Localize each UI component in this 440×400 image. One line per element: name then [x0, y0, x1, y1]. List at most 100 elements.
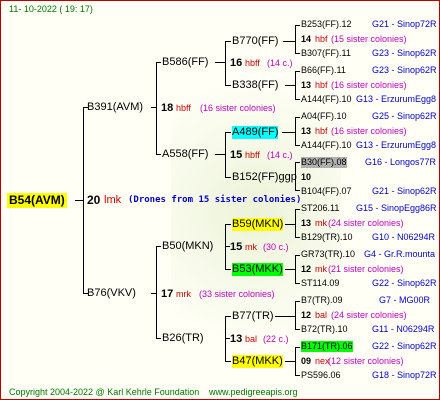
- connector: [215, 62, 225, 63]
- gen3-note-5: (24 sister colonies): [328, 218, 404, 228]
- gen4-code-6: G13 - ErzurumEgg8: [356, 140, 437, 150]
- connector: [295, 145, 300, 146]
- gen2-count-3: 15: [230, 241, 243, 253]
- gen4-queen-4[interactable]: A144(FF).10: [301, 94, 352, 105]
- gen1-queen-1[interactable]: B391(AVM): [87, 101, 143, 114]
- gen4-queen-1[interactable]: B253(FF).12: [301, 19, 352, 30]
- gen4-queen-15[interactable]: B171(TR).06: [301, 341, 353, 352]
- connector: [295, 255, 296, 284]
- gen3-queen-6[interactable]: B53(MKK): [232, 263, 283, 276]
- root-drone-count: 20: [87, 193, 101, 207]
- connector: [285, 269, 295, 270]
- connector: [285, 361, 295, 362]
- gen2-queen-2[interactable]: A558(FF): [162, 148, 208, 161]
- connector: [295, 190, 300, 191]
- connector: [225, 41, 231, 42]
- connector: [295, 99, 300, 100]
- connector: [283, 41, 295, 42]
- gen2-note-2: (14 c.): [267, 150, 293, 160]
- connector: [282, 132, 295, 133]
- gen4-queen-16[interactable]: PS596.06: [301, 370, 341, 381]
- connector: [151, 107, 156, 108]
- gen2-queen-1[interactable]: B586(FF): [162, 56, 208, 69]
- connector: [295, 237, 300, 238]
- gen3-queen-2[interactable]: B338(FF): [232, 79, 278, 92]
- gen2-count-1: 16: [230, 57, 243, 69]
- gen3-breeder-6: mk: [315, 264, 327, 274]
- connector: [225, 224, 226, 270]
- gen3-note-3: (16 sister colonies): [331, 126, 407, 136]
- gen4-queen-10[interactable]: B129(TR).10: [301, 232, 353, 243]
- gen3-count-2: 13: [301, 80, 312, 90]
- connector: [215, 154, 225, 155]
- connector: [225, 361, 231, 362]
- gen4-queen-9[interactable]: ST206.11: [301, 203, 339, 214]
- footer-copyright: Copyright 2004-2022 @ Karl Kehrle Founda…: [9, 387, 200, 397]
- gen3-queen-7[interactable]: B77(TR): [232, 310, 274, 323]
- gen4-code-10: G10 - N06294R: [372, 232, 436, 242]
- connector: [295, 301, 300, 302]
- gen2-queen-4[interactable]: B26(TR): [162, 332, 204, 345]
- gen2-queen-3[interactable]: B50(MKN): [162, 240, 213, 253]
- gen3-note-1: (15 sister colonies): [331, 34, 407, 44]
- gen3-queen-8[interactable]: B47(MKK): [232, 355, 283, 368]
- connector: [285, 224, 295, 225]
- connector: [156, 246, 157, 339]
- connector: [285, 85, 295, 86]
- connector: [83, 107, 84, 294]
- footer-url[interactable]: www.pedigreeapis.org: [209, 387, 298, 398]
- gen4-code-12: G22 - Sinop62R: [372, 278, 437, 288]
- gen1-breeder-2: mrk: [176, 289, 191, 299]
- gen4-queen-7[interactable]: B30(FF).08: [301, 157, 347, 168]
- connector: [295, 347, 300, 348]
- gen4-code-3: G23 - Sinop62R: [372, 65, 437, 75]
- connector: [225, 132, 231, 133]
- gen2-breeder-4: bal: [245, 334, 258, 344]
- gen2-breeder-2: hbff: [245, 150, 260, 160]
- gen4-queen-8[interactable]: B104(FF).07: [301, 186, 352, 197]
- gen3-queen-4[interactable]: B152(FF)ggp: [232, 171, 297, 184]
- gen1-queen-2[interactable]: B76(VKV): [87, 287, 136, 300]
- connector: [275, 316, 295, 317]
- gen2-note-3: (30 c.): [263, 242, 289, 252]
- gen3-count-4: 10: [301, 172, 312, 182]
- root-note: (Drones from 15 sister colonies): [128, 195, 302, 205]
- gen4-queen-6[interactable]: A144(FF).10: [301, 140, 352, 151]
- gen4-code-2: G23 - Sinop62R: [372, 48, 437, 58]
- gen3-breeder-1: hbf: [315, 34, 328, 44]
- gen1-count-1: 18: [161, 102, 174, 114]
- connector: [225, 177, 231, 178]
- gen2-count-2: 15: [230, 149, 243, 161]
- root-queen[interactable]: B54(AVM): [7, 193, 67, 208]
- gen3-count-7: 12: [301, 310, 312, 320]
- gen4-queen-2[interactable]: B307(FF).11: [301, 48, 351, 59]
- gen2-breeder-3: mk: [245, 242, 257, 252]
- gen4-code-5: G25 - Sinop62R: [372, 111, 437, 121]
- gen3-breeder-7: bal: [315, 310, 328, 320]
- gen3-note-8: (12 sister colonies): [328, 356, 404, 366]
- gen4-queen-12[interactable]: ST114.09: [301, 278, 339, 289]
- gen3-note-6: (21 sister colonies): [328, 264, 404, 274]
- connector: [295, 375, 300, 376]
- connector: [225, 85, 231, 86]
- gen4-queen-14[interactable]: B72(TR).10: [301, 324, 348, 335]
- connector: [295, 255, 300, 256]
- gen3-queen-3[interactable]: A489(FF): [232, 126, 279, 139]
- gen3-queen-1[interactable]: B770(FF): [232, 35, 278, 48]
- gen4-code-9: G15 - SinopEgg86R: [356, 203, 437, 213]
- connector: [295, 71, 300, 72]
- connector: [156, 154, 161, 155]
- gen4-queen-5[interactable]: A04(FF).10: [301, 111, 347, 122]
- connector: [295, 209, 296, 238]
- gen2-breeder-1: hbff: [245, 58, 260, 68]
- gen4-queen-3[interactable]: B66(FF).11: [301, 65, 346, 76]
- gen4-code-13: G7 - MG00R: [379, 295, 431, 305]
- gen4-queen-11[interactable]: GR73(TR).10: [301, 249, 355, 260]
- gen4-code-16: G18 - Sinop72R: [372, 370, 437, 380]
- gen4-queen-13[interactable]: B7(TR).09: [301, 295, 343, 306]
- gen3-queen-5[interactable]: B59(MKN): [232, 218, 284, 231]
- connector: [295, 71, 296, 100]
- gen3-breeder-3: hbf: [315, 126, 328, 136]
- gen3-count-3: 13: [301, 126, 312, 136]
- connector: [156, 62, 161, 63]
